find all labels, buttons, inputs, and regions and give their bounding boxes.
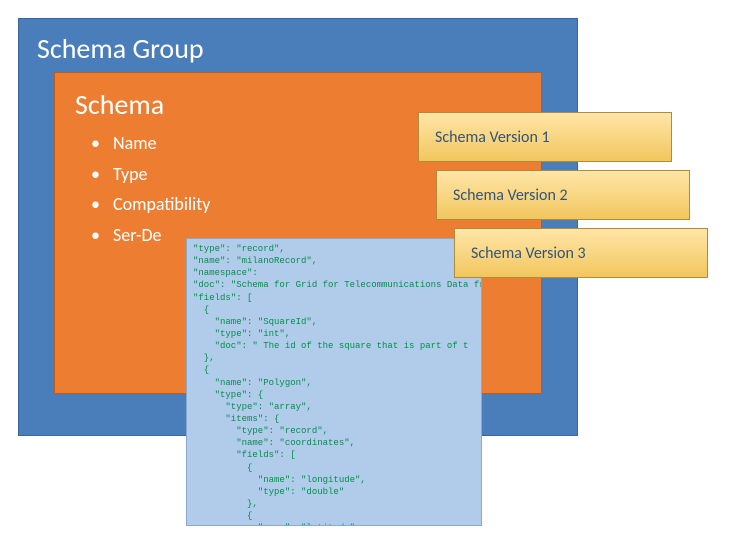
schema-version-2-card: Schema Version 2 bbox=[436, 170, 690, 220]
schema-version-1-card: Schema Version 1 bbox=[418, 112, 672, 162]
schema-version-2-label: Schema Version 2 bbox=[453, 186, 568, 205]
schema-version-3-card: Schema Version 3 bbox=[454, 228, 708, 278]
schema-json-sample: "type": "record", "name": "milanoRecord"… bbox=[186, 238, 482, 526]
schema-version-1-label: Schema Version 1 bbox=[435, 128, 550, 147]
schema-group-title: Schema Group bbox=[37, 31, 559, 66]
schema-version-3-label: Schema Version 3 bbox=[471, 244, 586, 263]
diagram-canvas: Schema Group Schema Name Type Compatibil… bbox=[0, 0, 743, 540]
